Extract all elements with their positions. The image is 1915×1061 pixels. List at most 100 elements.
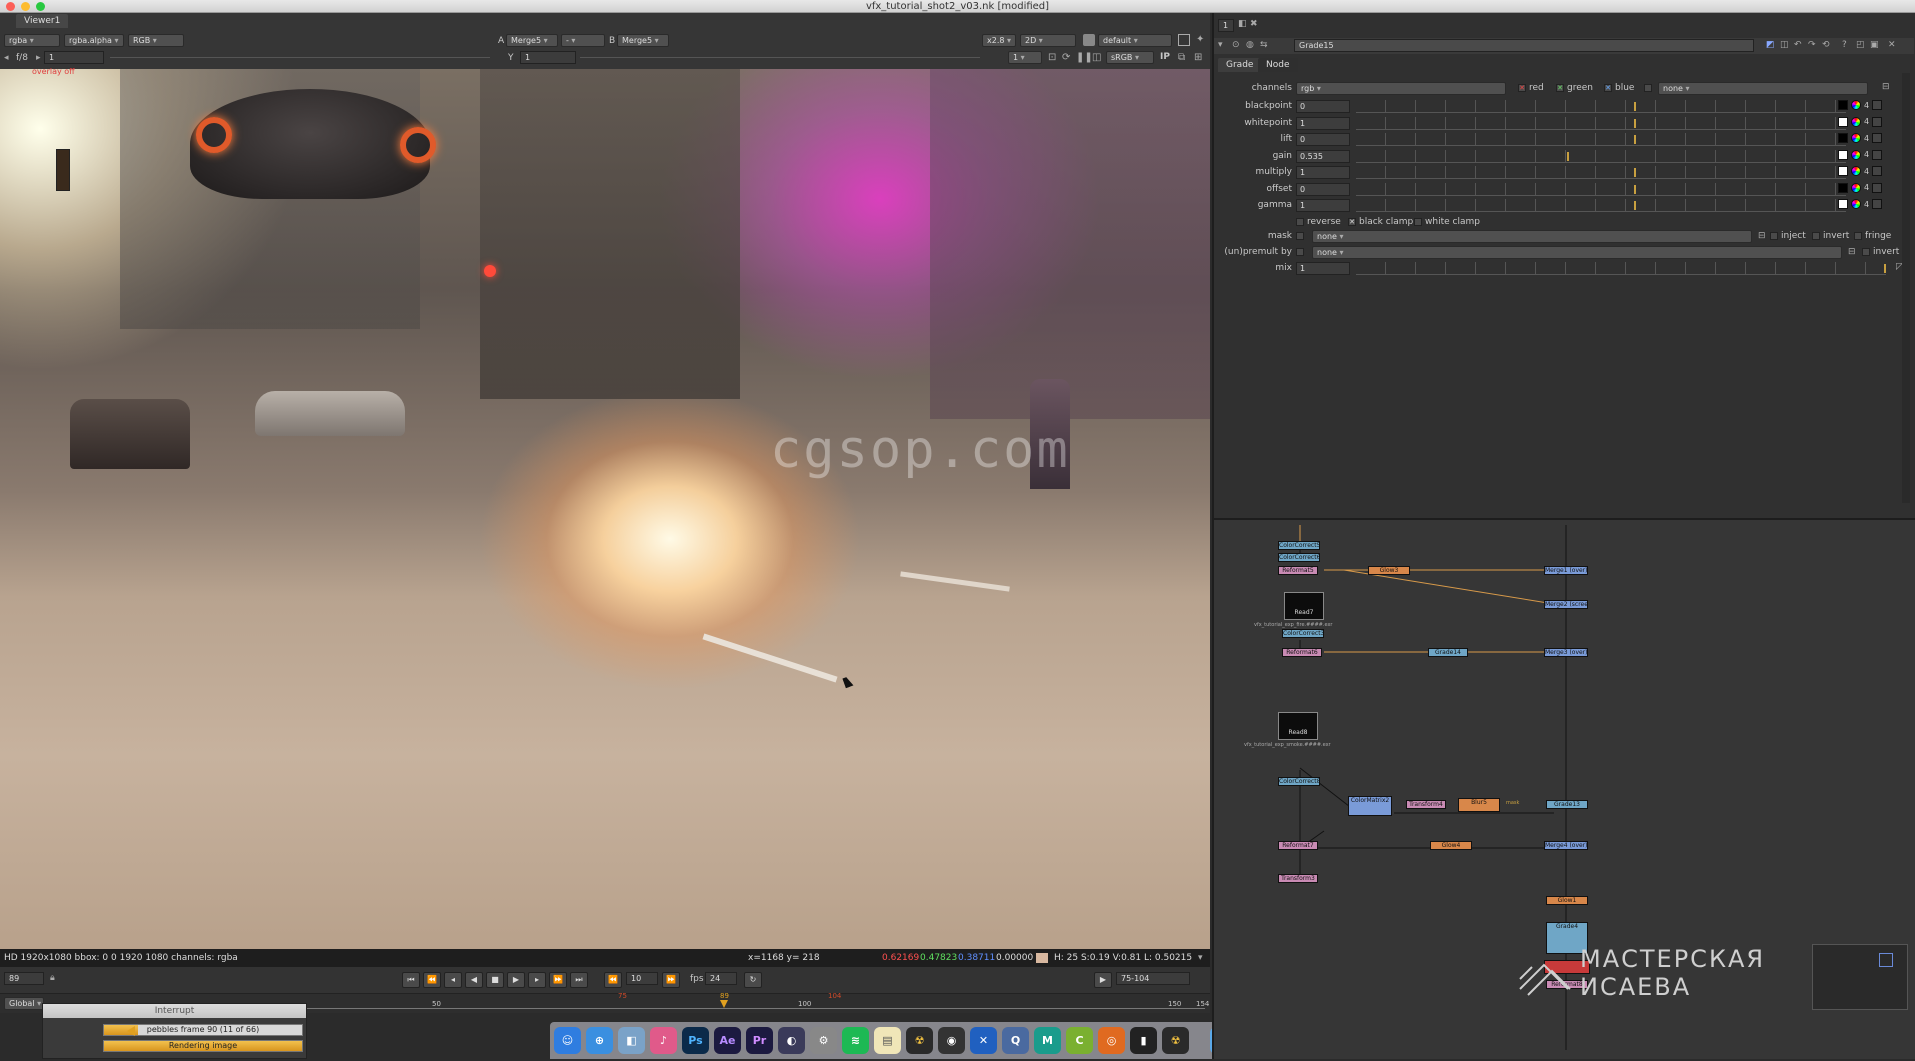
graph-node[interactable]: ColorCorrect8 [1278, 777, 1320, 786]
color-wheel-icon[interactable] [1851, 133, 1861, 143]
compare-mode-dropdown[interactable]: - [561, 34, 605, 47]
clear-panels-icon[interactable]: ◧ [1238, 19, 1247, 29]
quicktime-icon[interactable]: Q [1002, 1027, 1029, 1054]
param-slider-blackpoint[interactable] [1356, 100, 1846, 113]
nuke-icon[interactable]: ☢ [906, 1027, 933, 1054]
last-frame-button[interactable]: ⏭ [570, 972, 588, 988]
revert-icon[interactable]: ⟲ [1822, 40, 1830, 50]
zoom-dropdown[interactable]: x2.8 [982, 34, 1016, 47]
mix-field[interactable]: 1 [1296, 262, 1350, 275]
finder-icon[interactable]: ☺ [554, 1027, 581, 1054]
fps-field[interactable]: 24 [705, 972, 737, 985]
next-keyframe-button[interactable]: ⏩ [549, 972, 567, 988]
step-back-button[interactable]: ⏪ [604, 972, 622, 988]
param-slider-gain[interactable] [1356, 149, 1846, 163]
param-slider-offset[interactable] [1356, 182, 1846, 196]
reverse-checkbox[interactable]: reverse [1296, 217, 1341, 227]
param-knob-offset[interactable] [1634, 184, 1636, 194]
read7-thumbnail[interactable]: Read7 [1284, 592, 1324, 620]
animation-menu-icon[interactable] [1872, 199, 1883, 209]
input-a-dropdown[interactable]: Merge5 [506, 34, 558, 47]
premult-checkbox[interactable] [1296, 248, 1304, 256]
graph-node[interactable]: Merge4 (over) [1544, 841, 1588, 850]
settings-icon[interactable]: ✦ [1196, 34, 1208, 46]
mask-enable-checkbox[interactable] [1296, 232, 1304, 240]
extra-channel-select[interactable]: none [1658, 82, 1868, 95]
param-slider-whitepoint[interactable] [1356, 116, 1846, 130]
blue-checkbox[interactable]: ✕ blue [1604, 83, 1634, 93]
extra-channel-checkbox[interactable] [1644, 84, 1652, 92]
param-knob-gamma[interactable] [1634, 201, 1636, 210]
param-field-whitepoint[interactable]: 1 [1296, 116, 1350, 130]
lock-icon[interactable] [1083, 34, 1095, 46]
notes-icon[interactable]: ▤ [874, 1027, 901, 1054]
previous-frame-button[interactable]: ◂ [444, 972, 462, 988]
timeline-scope-dropdown[interactable]: Global [4, 997, 44, 1010]
param-field-lift[interactable]: 0 [1296, 133, 1350, 146]
maya-icon[interactable]: M [1034, 1027, 1061, 1054]
fringe-checkbox[interactable]: fringe [1854, 231, 1891, 241]
graph-node[interactable]: Reformat6 [1282, 648, 1322, 657]
photoshop-icon[interactable]: Ps [682, 1027, 709, 1054]
graph-node[interactable]: Reformat7 [1278, 841, 1318, 850]
green-checkbox[interactable]: ✕ green [1556, 83, 1593, 93]
graph-node[interactable]: Merge3 (over) [1544, 648, 1588, 657]
wipe-icon[interactable]: ⧉ [1178, 52, 1185, 63]
after-effects-icon[interactable]: Ae [714, 1027, 741, 1054]
viewer-tab[interactable]: Viewer1 [16, 14, 69, 28]
invert-mask-checkbox[interactable]: invert [1812, 231, 1849, 241]
inject-checkbox[interactable]: inject [1770, 231, 1806, 241]
node-graph-minimap[interactable] [1812, 944, 1908, 1010]
split-channels-button[interactable]: 4 [1864, 117, 1869, 126]
graph-node[interactable]: Reformat5 [1278, 566, 1318, 575]
spotify-icon[interactable]: ≋ [842, 1027, 869, 1054]
undo-icon[interactable]: ↶ [1794, 40, 1802, 50]
color-wheel-icon[interactable] [1851, 149, 1861, 160]
step-field[interactable]: 10 [626, 972, 658, 985]
color-swatch-icon[interactable] [1838, 149, 1848, 160]
lock-range-icon[interactable]: 🔒︎ [50, 973, 55, 983]
copy-icon[interactable]: ◫ [1780, 40, 1789, 50]
frame-field[interactable]: 1 [44, 51, 104, 64]
davinci-icon[interactable]: ◐ [778, 1027, 805, 1054]
mask-select[interactable]: none [1312, 230, 1752, 243]
roi-icon[interactable]: ⊡ [1048, 52, 1056, 63]
graph-node[interactable]: ColorMatrix2 [1348, 796, 1392, 816]
node-link-icon[interactable]: ⇆ [1260, 40, 1268, 50]
graph-node[interactable]: Blur5 [1458, 798, 1500, 812]
first-frame-button[interactable]: ⏮ [402, 972, 420, 988]
channels-select[interactable]: rgb [1296, 82, 1506, 95]
graph-node[interactable]: Glow3 [1368, 566, 1410, 575]
pause-render-icon[interactable]: ⟳ [1062, 52, 1070, 63]
premult-menu-icon[interactable]: ⊟ [1848, 247, 1856, 257]
input-b-dropdown[interactable]: Merge5 [617, 34, 669, 47]
color-swatch-icon[interactable] [1838, 199, 1848, 209]
param-slider-lift[interactable] [1356, 133, 1846, 146]
animation-menu-icon[interactable] [1872, 149, 1883, 160]
param-field-blackpoint[interactable]: 0 [1296, 100, 1350, 113]
animation-menu-icon[interactable] [1872, 133, 1883, 143]
mask-menu-icon[interactable]: ⊟ [1758, 231, 1766, 241]
maximize-icon[interactable]: ▣ [1870, 40, 1879, 50]
graph-node[interactable]: Grade14 [1428, 648, 1468, 657]
tab-grade[interactable]: Grade [1218, 58, 1262, 72]
frame-range-field[interactable]: 75-104 [1116, 972, 1190, 985]
param-knob-multiply[interactable] [1634, 168, 1636, 177]
animation-menu-icon[interactable] [1872, 116, 1883, 127]
next-frame-button[interactable]: ▸ [528, 972, 546, 988]
step-forward-button[interactable]: ⏩ [662, 972, 680, 988]
capture-icon[interactable] [1178, 34, 1190, 46]
system-preferences-icon[interactable]: ⚙ [810, 1027, 837, 1054]
graph-node[interactable]: Glow4 [1430, 841, 1472, 850]
color-wheel-icon[interactable] [1851, 199, 1861, 209]
help-icon[interactable]: ? [1842, 40, 1847, 50]
colorspace-dropdown[interactable]: sRGB [1106, 51, 1154, 64]
color-wheel-icon[interactable] [1851, 116, 1861, 127]
lut-dropdown[interactable]: default [1098, 34, 1172, 47]
animation-menu-icon[interactable] [1872, 100, 1883, 110]
overlay-icon[interactable]: ⊞ [1194, 52, 1202, 63]
mix-slider[interactable] [1356, 262, 1886, 275]
animation-menu-icon[interactable] [1872, 182, 1883, 193]
play-forward-button[interactable]: ▶ [507, 972, 525, 988]
graph-node[interactable]: Transform4 [1406, 800, 1446, 809]
